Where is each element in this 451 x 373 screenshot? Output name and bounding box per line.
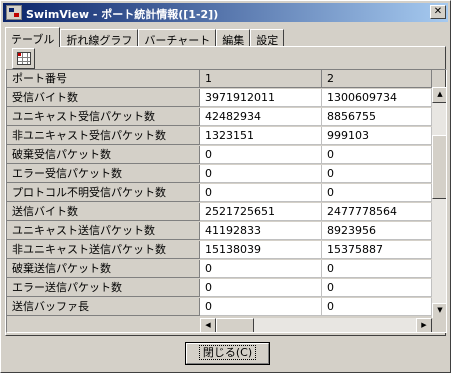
table-cell[interactable]: 0 <box>322 279 432 297</box>
row-header: ユニキャスト受信パケット数 <box>7 108 200 126</box>
table-view-button[interactable] <box>12 48 35 69</box>
table-cell[interactable]: 0 <box>200 165 322 183</box>
app-icon <box>6 5 22 20</box>
statistics-window: SwimView - ポート統計情報([1-2]) ✕ テーブル 折れ線グラフ … <box>0 0 451 373</box>
table-cell[interactable]: 0 <box>322 146 432 164</box>
row-header: エラー受信パケット数 <box>7 165 200 183</box>
tab-strip: テーブル 折れ線グラフ バーチャート 編集 設定 <box>5 27 285 47</box>
table-cell[interactable]: 15138039 <box>200 241 322 259</box>
scroll-down-button[interactable]: ▼ <box>432 303 446 319</box>
horizontal-scroll-thumb[interactable] <box>216 318 254 332</box>
table-cell[interactable]: 41192833 <box>200 222 322 240</box>
table-cell[interactable]: 2477778564 <box>322 203 432 221</box>
tab-edit[interactable]: 編集 <box>216 29 251 47</box>
vertical-scrollbar[interactable]: ▲ ▼ <box>432 87 446 319</box>
scroll-right-button[interactable]: ▶ <box>416 318 432 332</box>
row-header: 送信バッファ長 <box>7 298 200 316</box>
row-header: 送信バイト数 <box>7 203 200 221</box>
table-cell[interactable]: 3971912011 <box>200 89 322 107</box>
scroll-left-button[interactable]: ◀ <box>200 318 216 332</box>
row-header: エラー送信パケット数 <box>7 279 200 297</box>
table-cell[interactable]: 2521725651 <box>200 203 322 221</box>
table-cell[interactable]: 0 <box>322 165 432 183</box>
table-cell[interactable]: 0 <box>322 260 432 278</box>
tab-bar-chart[interactable]: バーチャート <box>138 29 217 47</box>
row-header: 非ユニキャスト送信パケット数 <box>7 241 200 259</box>
table-cell[interactable]: 15375887 <box>322 241 432 259</box>
row-header: 破棄送信パケット数 <box>7 260 200 278</box>
column-header-port-1[interactable]: 1 <box>200 70 322 88</box>
table-cell[interactable]: 0 <box>200 260 322 278</box>
table-cell[interactable]: 1323151 <box>200 127 322 145</box>
close-button[interactable]: 閉じる(C) <box>185 342 270 365</box>
tab-table[interactable]: テーブル <box>5 27 61 47</box>
row-header: 非ユニキャスト受信パケット数 <box>7 127 200 145</box>
column-header-port-number: ポート番号 <box>7 70 200 88</box>
table-cell[interactable]: 0 <box>200 184 322 202</box>
table-cell[interactable]: 42482934 <box>200 108 322 126</box>
table-cell[interactable]: 0 <box>200 279 322 297</box>
horizontal-scrollbar[interactable]: ◀ ▶ <box>200 318 432 332</box>
table-cell[interactable]: 0 <box>200 298 322 316</box>
tab-settings[interactable]: 設定 <box>250 29 285 47</box>
tab-line-graph[interactable]: 折れ線グラフ <box>60 29 139 47</box>
table-cell[interactable]: 999103 <box>322 127 432 145</box>
table-cell[interactable]: 0 <box>200 146 322 164</box>
row-header: 破棄受信パケット数 <box>7 146 200 164</box>
table-cell[interactable]: 0 <box>322 298 432 316</box>
row-header: ユニキャスト送信パケット数 <box>7 222 200 240</box>
row-header: 受信バイト数 <box>7 89 200 107</box>
table-cell[interactable]: 8856755 <box>322 108 432 126</box>
table-cell[interactable]: 1300609734 <box>322 89 432 107</box>
window-title: SwimView - ポート統計情報([1-2]) <box>26 8 219 21</box>
close-button-label: 閉じる(C) <box>198 345 257 360</box>
table-grid-icon <box>17 52 31 65</box>
row-header-footer <box>7 318 200 332</box>
title-bar[interactable]: SwimView - ポート統計情報([1-2]) ✕ <box>3 3 448 22</box>
row-header: プロトコル不明受信パケット数 <box>7 184 200 202</box>
vertical-scroll-thumb[interactable] <box>432 135 446 199</box>
statistics-table: ポート番号 1 2 受信バイト数 3971912011 1300609734 ユニキャスト受… <box>6 69 447 333</box>
window-close-button[interactable]: ✕ <box>430 5 446 19</box>
scroll-up-button[interactable]: ▲ <box>432 87 446 103</box>
column-header-port-2[interactable]: 2 <box>322 70 432 88</box>
scrollbar-corner <box>432 318 446 332</box>
table-cell[interactable]: 8923956 <box>322 222 432 240</box>
table-cell[interactable]: 0 <box>322 184 432 202</box>
